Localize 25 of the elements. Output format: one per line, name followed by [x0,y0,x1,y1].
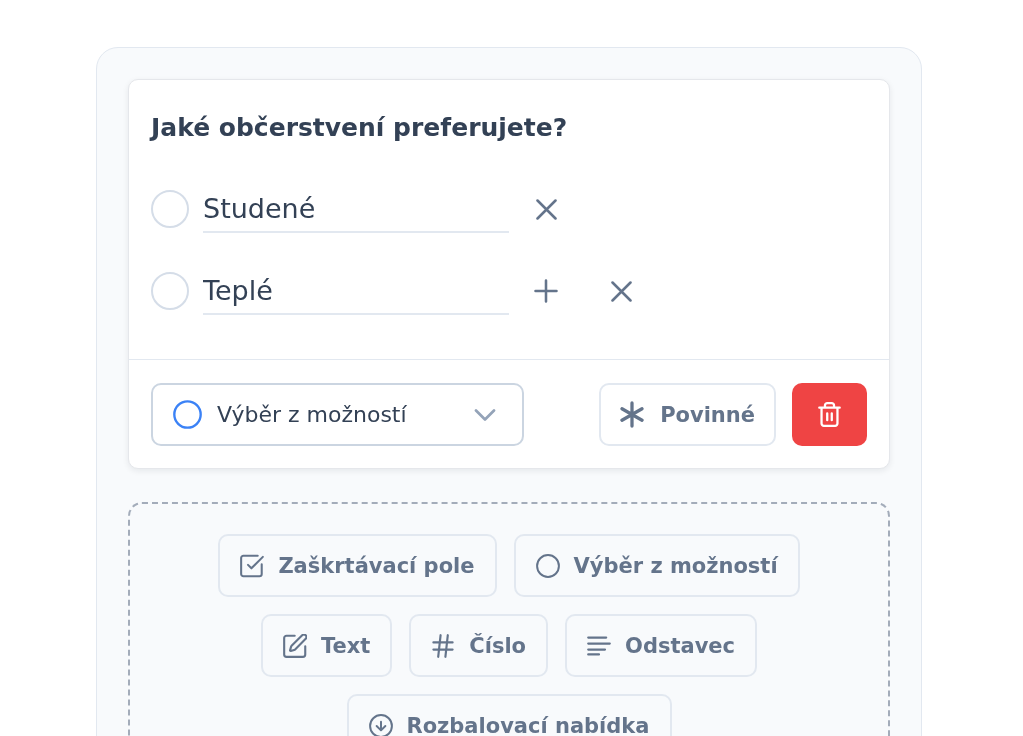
radio-button[interactable] [151,272,189,310]
checkbox-icon [240,553,265,578]
hash-icon [431,633,456,658]
add-field-button[interactable]: Odstavec [565,614,758,677]
circle-icon [535,553,560,578]
plus-icon [534,279,558,303]
add-field-button[interactable]: Číslo [409,614,549,677]
add-field-button[interactable]: Rozbalovací nabídka [346,694,672,736]
close-icon [535,198,557,220]
option-input[interactable]: Teplé [203,267,509,315]
add-field-button[interactable]: Text [260,614,393,677]
radio-button[interactable] [151,190,189,228]
close-icon [610,280,632,302]
add-field-button[interactable]: Výběr z možností [513,534,800,597]
chevron-down-icon [474,408,496,421]
pencil-square-icon [282,633,307,658]
required-toggle[interactable]: Povinné [599,383,776,446]
asterisk-icon [620,401,645,428]
field-type-select[interactable]: Výběr z možností [151,383,524,446]
question-title: Jaké občerstvení preferujete? [151,113,569,143]
trash-icon [818,402,841,427]
circle-icon [173,400,202,429]
option-input[interactable]: Studené [203,185,509,233]
delete-button[interactable] [792,383,867,446]
add-field-button[interactable]: Zaškrtávací pole [218,534,497,597]
